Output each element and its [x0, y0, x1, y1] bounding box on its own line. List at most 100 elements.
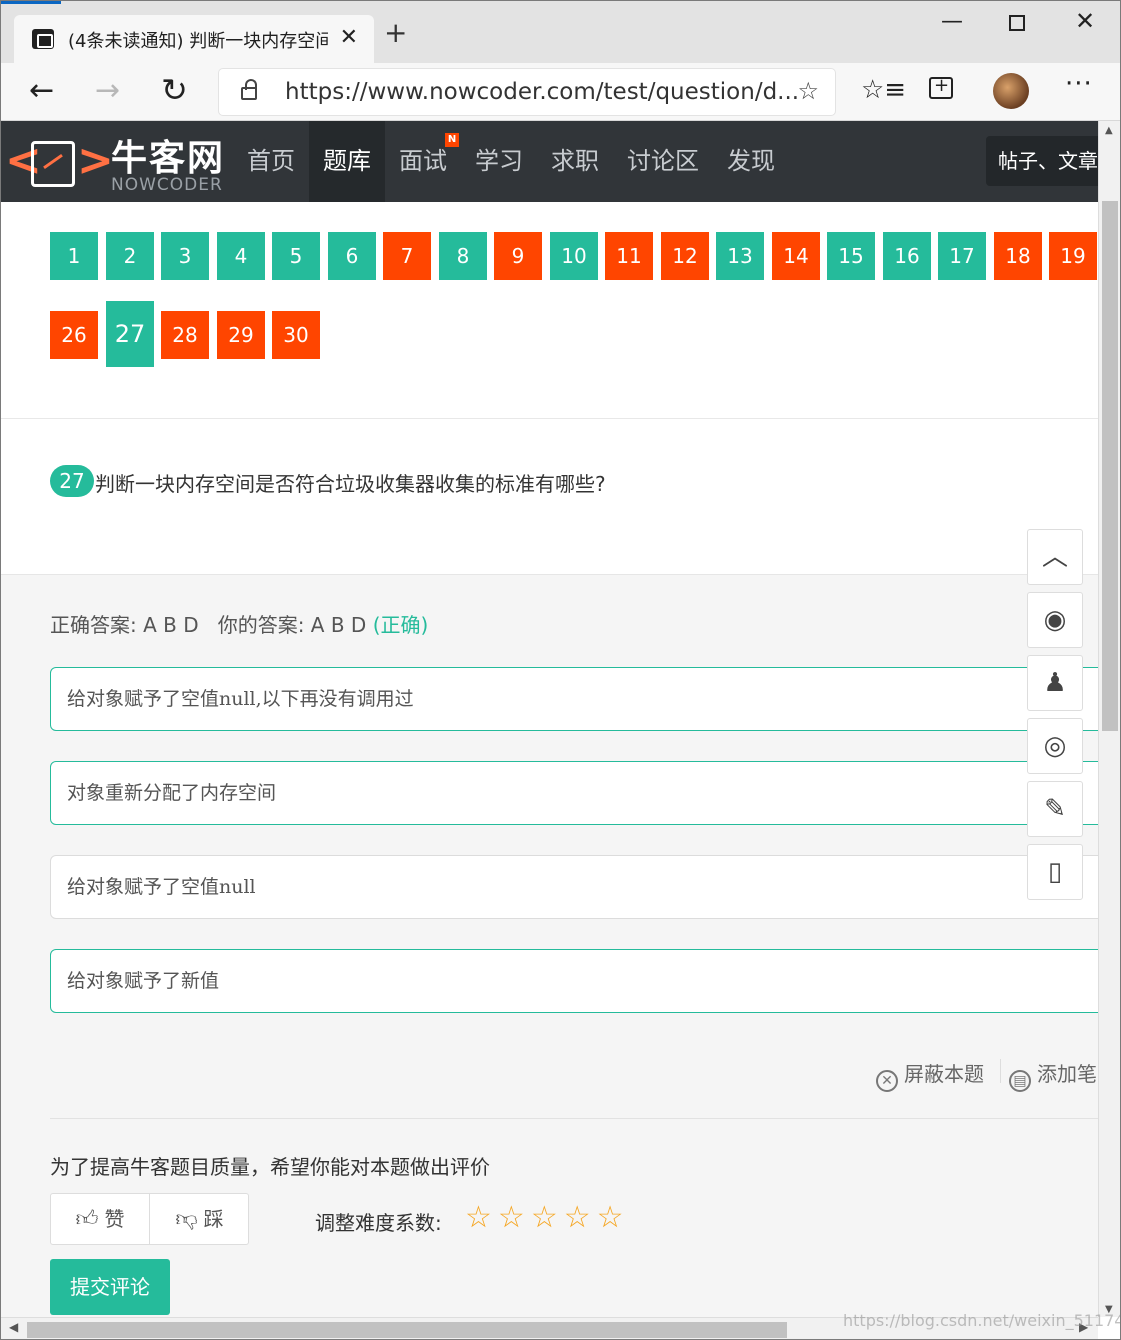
star-icon[interactable]: ☆ [465, 1203, 492, 1233]
profile-avatar[interactable] [993, 73, 1029, 109]
dislike-label: 踩 [203, 1207, 224, 1231]
notebook-icon: ▤ [1009, 1070, 1031, 1092]
nav-discuss[interactable]: 讨论区 [613, 121, 713, 202]
lock-icon[interactable] [241, 79, 257, 100]
question-nav-item[interactable]: 4 [217, 232, 265, 280]
collections-icon[interactable] [929, 75, 953, 99]
question-nav-item[interactable]: 6 [328, 232, 376, 280]
close-tab-icon[interactable]: ✕ [340, 25, 358, 50]
star-icon[interactable]: ☆ [564, 1203, 591, 1233]
question-nav-item[interactable]: 5 [272, 232, 320, 280]
submit-comment-button[interactable]: 提交评论 [50, 1259, 170, 1315]
question-nav-item[interactable]: 13 [716, 232, 764, 280]
question-nav-item[interactable]: 17 [938, 232, 986, 280]
logo-right-bracket-icon: > [77, 135, 114, 186]
maximize-icon[interactable] [1009, 15, 1025, 31]
star-icon[interactable]: ☆ [597, 1203, 624, 1233]
mobile-phone-icon: ▯ [1047, 857, 1063, 887]
chevron-up-icon: ︿ [1041, 542, 1068, 572]
question-nav-item[interactable]: 19 [1049, 232, 1097, 280]
question-nav-item[interactable]: 9 [494, 232, 542, 280]
nowcoder-favicon-icon [32, 29, 54, 49]
watermark: https://blog.csdn.net/weixin_51174729 [843, 1311, 1120, 1330]
star-icon[interactable]: ☆ [531, 1203, 558, 1233]
address-bar[interactable]: https://www.nowcoder.com/test/question/d… [219, 69, 835, 115]
nav-jobs[interactable]: 求职 [537, 121, 613, 202]
option-a[interactable]: 给对象赋予了空值null,以下再没有调用过 [50, 667, 1098, 731]
brand-name[interactable]: 牛客网 [111, 129, 225, 181]
add-favorite-star-icon[interactable]: ☆ [797, 77, 819, 105]
star-icon[interactable]: ☆ [498, 1203, 525, 1233]
feedback-edit-button[interactable]: ✎ [1027, 781, 1083, 837]
browser-toolbar: ← → ↻ https://www.nowcoder.com/test/ques… [1, 63, 1120, 121]
window-close-icon[interactable]: ✕ [1075, 7, 1095, 35]
like-button[interactable]: 👍︎ 赞 [51, 1194, 150, 1244]
back-arrow-icon[interactable]: ← [29, 73, 54, 108]
question-nav-item[interactable]: 14 [772, 232, 820, 280]
back-to-top-button[interactable]: ︿ [1027, 529, 1083, 585]
divider [1, 418, 1098, 419]
nav-study[interactable]: 学习 [461, 121, 537, 202]
new-tab-icon[interactable]: + [384, 19, 407, 47]
question-nav-item[interactable]: 3 [161, 232, 209, 280]
qq-penguin-icon: ♟ [1043, 668, 1067, 698]
option-b[interactable]: 对象重新分配了内存空间 [50, 761, 1098, 825]
vertical-scroll-thumb[interactable] [1102, 201, 1118, 731]
question-nav-item[interactable]: 18 [994, 232, 1042, 280]
wechat-icon: ◎ [1043, 731, 1067, 761]
question-nav-item[interactable]: 8 [439, 232, 487, 280]
reload-icon[interactable]: ↻ [161, 71, 188, 109]
scroll-left-arrow-icon[interactable]: ◀ [9, 1320, 18, 1334]
vertical-scrollbar[interactable]: ▲ ▼ [1098, 121, 1120, 1317]
share-weibo-button[interactable]: ◉ [1027, 592, 1083, 648]
dislike-button[interactable]: 👎︎ 踩 [150, 1194, 249, 1244]
hide-question-button[interactable]: ✕ 屏蔽本题 [876, 1058, 984, 1092]
hide-question-label: 屏蔽本题 [904, 1062, 984, 1086]
answer-summary: 正确答案: A B D 你的答案: A B D (正确) [50, 609, 428, 638]
nowcoder-logo[interactable]: < > [5, 129, 114, 195]
question-nav-item[interactable]: 12 [661, 232, 709, 280]
share-wechat-button[interactable]: ◎ [1027, 718, 1083, 774]
tab-title: (4条未读通知) 判断一块内存空间 [68, 31, 328, 52]
question-nav-item[interactable]: 30 [272, 311, 320, 359]
main-content: 1 2 3 4 5 6 7 8 9 10 11 12 13 14 15 16 17 18 19 26 27 28 29 30 … [1, 202, 1098, 1317]
your-answer-label: 你的答案: A B D [217, 613, 367, 637]
tab-strip: (4条未读通知) 判断一块内存空间 ✕ + — ✕ [1, 1, 1120, 63]
question-nav-item[interactable]: 1 [50, 232, 98, 280]
question-nav-item[interactable]: 26 [50, 311, 98, 359]
question-nav-item[interactable]: 15 [827, 232, 875, 280]
nav-interview-label: 面试 [399, 147, 447, 175]
nav-home[interactable]: 首页 [233, 121, 309, 202]
nav-question-bank[interactable]: 题库 [309, 121, 385, 202]
favorites-icon[interactable]: ☆≡ [861, 75, 906, 105]
question-nav-item[interactable]: 28 [161, 311, 209, 359]
more-options-icon[interactable]: ··· [1065, 69, 1093, 99]
question-nav-item[interactable]: 11 [605, 232, 653, 280]
question-nav-item[interactable]: 27 [106, 301, 154, 367]
url-text[interactable]: https://www.nowcoder.com/test/question/d… [285, 79, 799, 105]
scroll-up-arrow-icon[interactable]: ▲ [1105, 125, 1113, 136]
question-nav-item[interactable]: 2 [106, 232, 154, 280]
forward-arrow-icon[interactable]: → [95, 73, 120, 108]
minimize-icon[interactable]: — [941, 9, 963, 34]
question-nav-item[interactable]: 16 [883, 232, 931, 280]
correct-answer-label: 正确答案: A B D [50, 613, 199, 637]
option-c[interactable]: 给对象赋予了空值null [50, 855, 1098, 919]
pencil-icon: ✎ [1044, 794, 1066, 824]
nav-discover[interactable]: 发现 [713, 121, 789, 202]
question-nav-item[interactable]: 10 [550, 232, 598, 280]
mobile-view-button[interactable]: ▯ [1027, 844, 1083, 900]
nav-interview[interactable]: 面试 N [385, 121, 461, 202]
share-qq-button[interactable]: ♟ [1027, 655, 1083, 711]
horizontal-scroll-thumb[interactable] [27, 1322, 787, 1338]
question-nav-item[interactable]: 7 [383, 232, 431, 280]
weibo-icon: ◉ [1043, 605, 1067, 635]
rating-prompt: 为了提高牛客题目质量，希望你能对本题做出评价 [50, 1155, 490, 1179]
add-note-button[interactable]: ▤ 添加笔 [1009, 1058, 1097, 1092]
browser-tab[interactable]: (4条未读通知) 判断一块内存空间 ✕ [14, 15, 374, 63]
question-nav-item[interactable]: 29 [217, 311, 265, 359]
action-divider [1000, 1059, 1001, 1083]
divider [50, 1118, 1098, 1119]
option-d[interactable]: 给对象赋予了新值 [50, 949, 1098, 1013]
site-search-input[interactable]: 帖子、文章 [986, 136, 1098, 186]
